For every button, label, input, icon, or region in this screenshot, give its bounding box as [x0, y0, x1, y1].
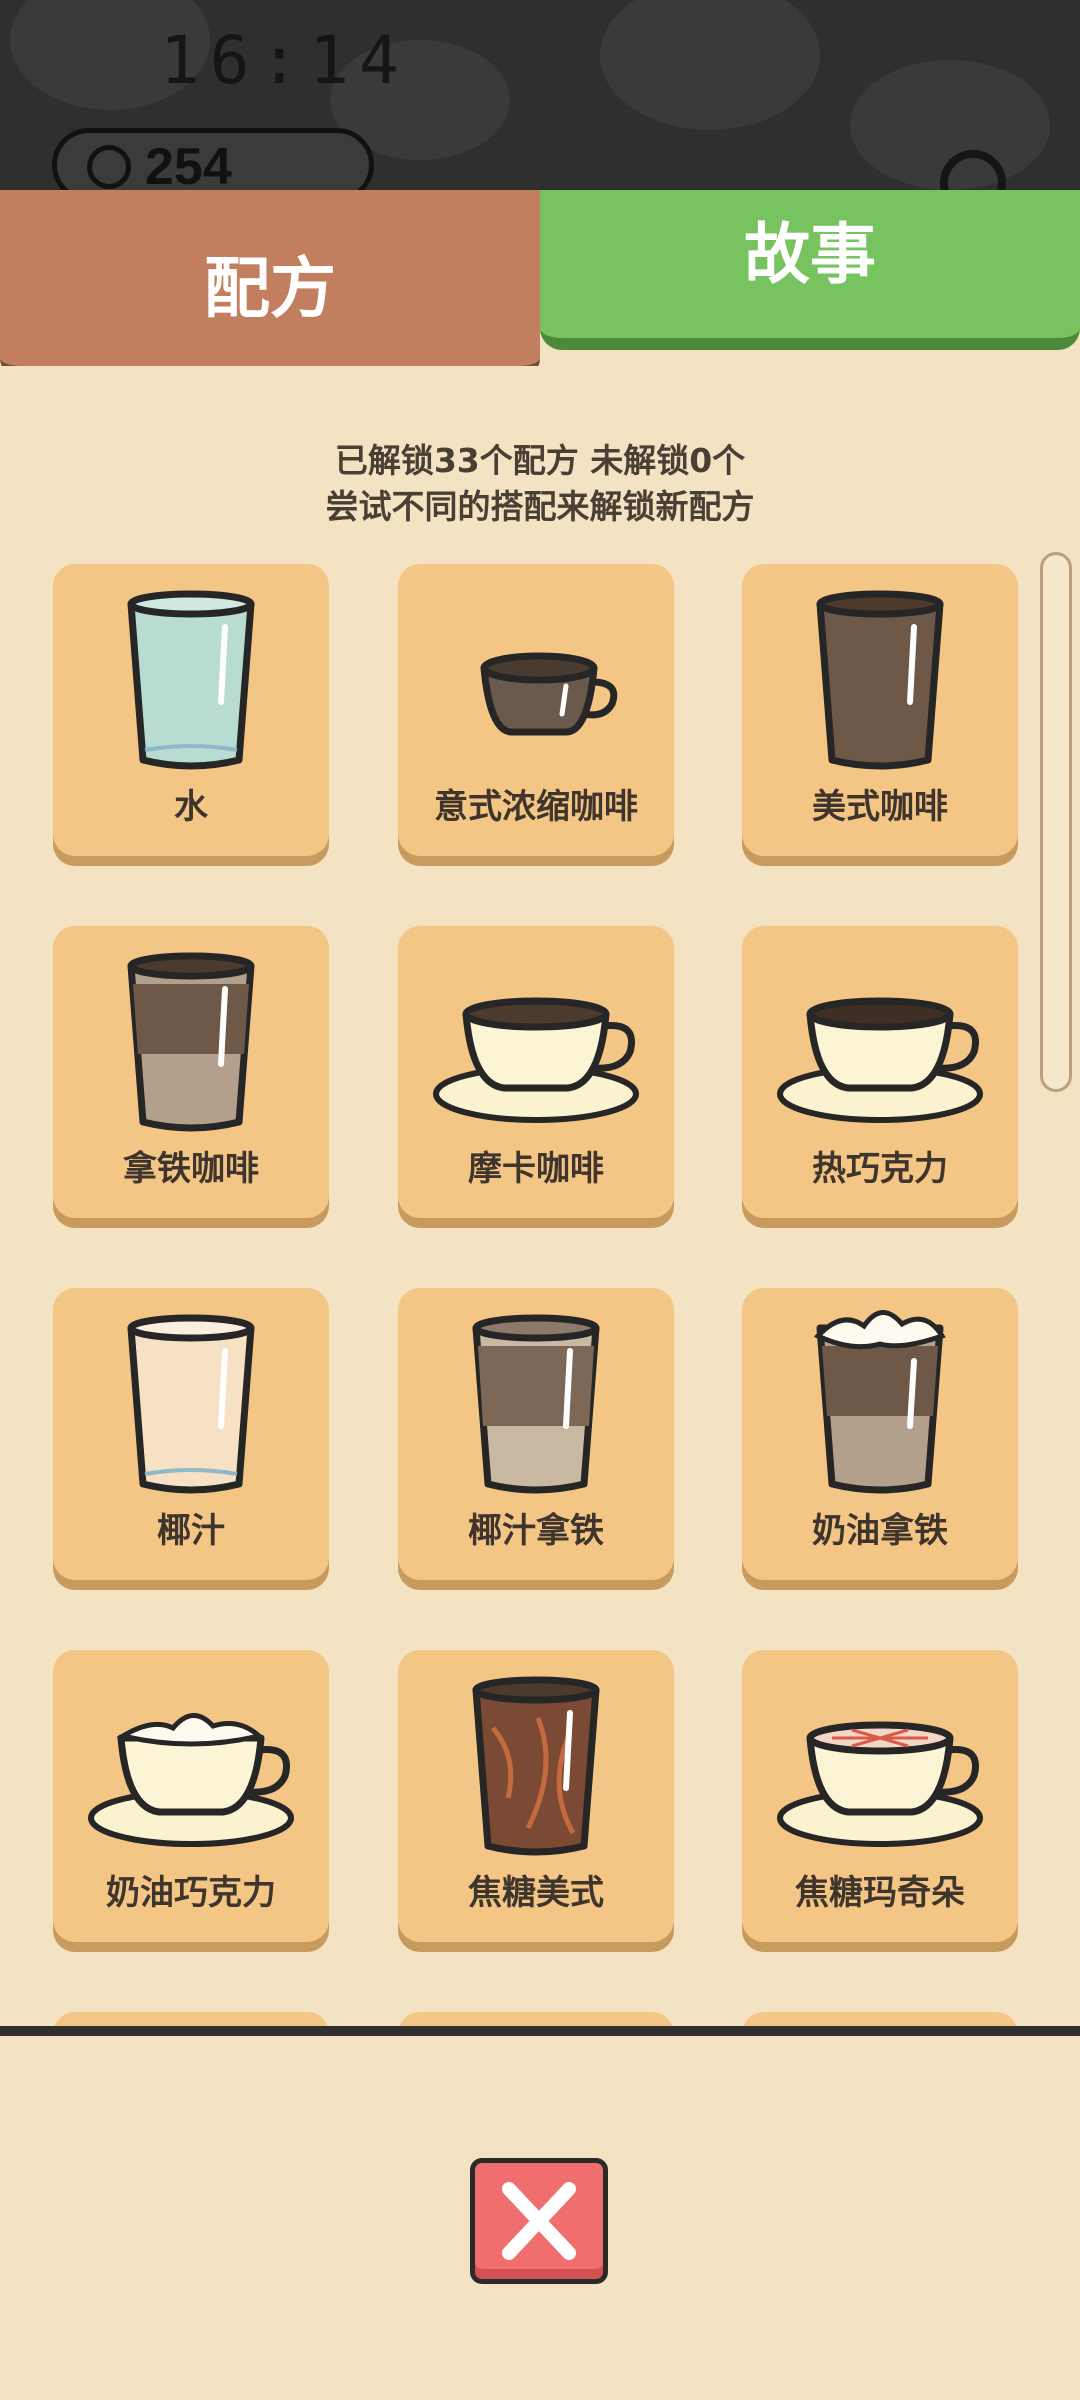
- close-icon: [502, 2182, 576, 2260]
- recipe-card[interactable]: 奶油巧克力: [53, 1650, 329, 1942]
- coconut-milk-glass-icon: [127, 1314, 255, 1494]
- coin-amount: 254: [145, 138, 232, 196]
- caramel-americano-glass-icon: [472, 1676, 600, 1856]
- espresso-cup-icon: [480, 652, 618, 736]
- water-glass-icon: [127, 590, 255, 770]
- recipe-card[interactable]: 奶油拿铁: [742, 1288, 1018, 1580]
- recipe-card[interactable]: 椰汁拿铁: [398, 1288, 674, 1580]
- cream-latte-glass-icon: [813, 1310, 946, 1494]
- coffee-bean-icon: [87, 145, 131, 189]
- background-pattern: [600, 0, 820, 130]
- recipe-name: 摩卡咖啡: [468, 1149, 604, 1189]
- recipe-name: 意式浓缩咖啡: [434, 787, 638, 827]
- recipe-panel: 已解锁33个配方 未解锁0个 尝试不同的搭配来解锁新配方 水 意式浓缩咖啡 美式…: [0, 366, 1080, 2026]
- recipe-name: 奶油巧克力: [106, 1873, 276, 1913]
- recipe-card[interactable]: 焦糖玛奇朵: [742, 1650, 1018, 1942]
- recipe-card[interactable]: 焦糖美式: [398, 1650, 674, 1942]
- recipe-card[interactable]: 椰汁: [53, 1288, 329, 1580]
- caramel-macchiato-cup-icon: [777, 1721, 983, 1847]
- recipe-name: 椰汁: [157, 1511, 225, 1551]
- recipe-name: 奶油拿铁: [812, 1511, 948, 1551]
- recipe-card[interactable]: 拿铁咖啡: [53, 926, 329, 1218]
- recipe-name: 焦糖玛奇朵: [795, 1873, 965, 1913]
- recipe-card[interactable]: [53, 2012, 329, 2026]
- game-hud: 16:14 254: [0, 0, 1080, 200]
- cream-chocolate-cup-icon: [88, 1713, 294, 1847]
- recipe-name: 热巧克力: [812, 1149, 948, 1189]
- hot-chocolate-cup-icon: [777, 997, 983, 1123]
- unlock-hint-text: 尝试不同的搭配来解锁新配方: [325, 487, 755, 526]
- tab-recipe-label: 配方: [204, 250, 336, 327]
- americano-glass-icon: [816, 590, 944, 770]
- mocha-cup-icon: [433, 997, 639, 1123]
- tab-story[interactable]: 故事: [540, 190, 1080, 350]
- close-button[interactable]: [470, 2158, 608, 2284]
- recipe-card[interactable]: 水: [53, 564, 329, 856]
- recipe-card[interactable]: [742, 2012, 1018, 2026]
- recipe-name: 焦糖美式: [468, 1873, 604, 1913]
- recipe-name: 椰汁拿铁: [468, 1511, 604, 1551]
- unlock-info: 已解锁33个配方 未解锁0个 尝试不同的搭配来解锁新配方: [0, 438, 1080, 530]
- recipe-card[interactable]: 美式咖啡: [742, 564, 1018, 856]
- recipe-name: 拿铁咖啡: [123, 1149, 259, 1189]
- recipe-name: 水: [174, 787, 208, 827]
- latte-glass-icon: [127, 952, 255, 1132]
- unlock-count-text: 已解锁33个配方 未解锁0个: [334, 441, 746, 480]
- recipe-card[interactable]: 摩卡咖啡: [398, 926, 674, 1218]
- recipe-card[interactable]: 意式浓缩咖啡: [398, 564, 674, 856]
- scrollbar[interactable]: [1040, 552, 1072, 1092]
- tab-recipe[interactable]: 配方: [0, 190, 540, 380]
- recipe-card[interactable]: 热巧克力: [742, 926, 1018, 1218]
- tab-story-label: 故事: [744, 216, 876, 293]
- recipe-card[interactable]: [398, 2012, 674, 2026]
- coconut-latte-glass-icon: [472, 1314, 600, 1494]
- recipe-name: 美式咖啡: [812, 787, 948, 827]
- game-clock: 16:14: [160, 22, 409, 99]
